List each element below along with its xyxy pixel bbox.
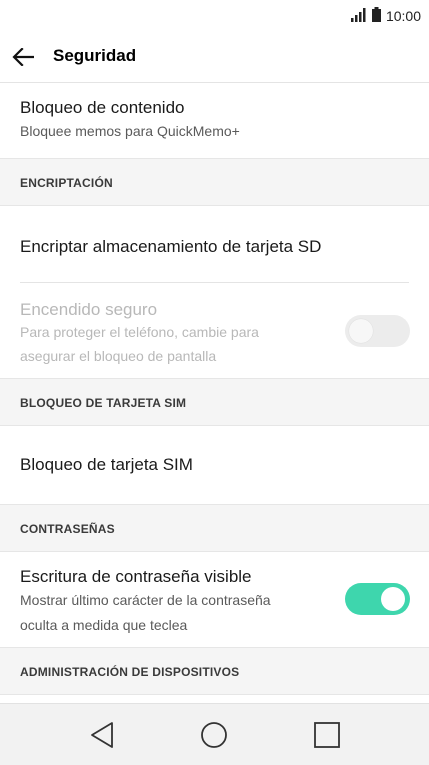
nav-back-button[interactable] xyxy=(88,719,120,751)
password-visible-summary-line1: Mostrar último carácter de la contraseña xyxy=(20,592,271,608)
battery-icon xyxy=(371,7,381,25)
section-header-device-admin: ADMINISTRACIÓN DE DISPOSITIVOS xyxy=(0,647,429,695)
section-title: ENCRIPTACIÓN xyxy=(20,176,113,190)
section-title: BLOQUEO DE TARJETA SIM xyxy=(20,396,187,410)
page-title: Seguridad xyxy=(53,46,137,65)
password-visible-switch[interactable] xyxy=(345,583,410,615)
signal-bars-icon xyxy=(350,7,367,25)
section-header-passwords: CONTRASEÑAS xyxy=(0,504,429,552)
password-visible-summary-line2: oculta a medida que teclea xyxy=(20,617,188,633)
status-time: 10:00 xyxy=(385,8,421,24)
triangle-back-icon xyxy=(91,722,113,748)
content-lock-summary: Bloquee memos para QuickMemo+ xyxy=(20,123,240,139)
encrypt-sd-title: Encriptar almacenamiento de tarjeta SD xyxy=(20,237,322,256)
secure-startup-summary-line2: asegurar el bloqueo de pantalla xyxy=(20,348,217,364)
status-indicators: 10:00 xyxy=(350,7,421,25)
navigation-bar xyxy=(0,703,429,765)
circle-home-icon xyxy=(201,722,227,748)
sim-lock-item[interactable]: Bloqueo de tarjeta SIM xyxy=(0,426,429,504)
content-lock-title: Bloqueo de contenido xyxy=(20,98,185,117)
back-button[interactable] xyxy=(10,44,36,70)
section-header-encryption: ENCRIPTACIÓN xyxy=(0,158,429,206)
switch-knob xyxy=(381,587,405,611)
switch-knob xyxy=(349,319,373,343)
square-recents-icon xyxy=(314,722,340,748)
nav-home-button[interactable] xyxy=(198,719,230,751)
section-title: CONTRASEÑAS xyxy=(20,522,115,536)
password-visible-item[interactable]: Escritura de contraseña visible Mostrar … xyxy=(0,552,429,647)
secure-startup-title: Encendido seguro xyxy=(20,300,158,319)
password-visible-title: Escritura de contraseña visible xyxy=(20,567,252,586)
section-title: ADMINISTRACIÓN DE DISPOSITIVOS xyxy=(20,665,240,679)
secure-startup-item[interactable]: Encendido seguro Para proteger el teléfo… xyxy=(0,283,429,378)
secure-startup-summary-line1: Para proteger el teléfono, cambie para xyxy=(20,324,259,340)
sim-lock-title: Bloqueo de tarjeta SIM xyxy=(20,455,193,474)
secure-startup-switch[interactable] xyxy=(345,315,410,347)
content-lock-item[interactable]: Bloqueo de contenido Bloquee memos para … xyxy=(0,83,429,158)
status-bar: 10:00 xyxy=(0,0,429,32)
arrow-left-icon xyxy=(12,48,34,66)
settings-list[interactable]: Bloqueo de contenido Bloquee memos para … xyxy=(0,83,429,703)
nav-recents-button[interactable] xyxy=(311,719,343,751)
section-header-sim-lock: BLOQUEO DE TARJETA SIM xyxy=(0,378,429,426)
encrypt-sd-item[interactable]: Encriptar almacenamiento de tarjeta SD xyxy=(0,206,429,283)
toolbar: Seguridad xyxy=(0,32,429,83)
